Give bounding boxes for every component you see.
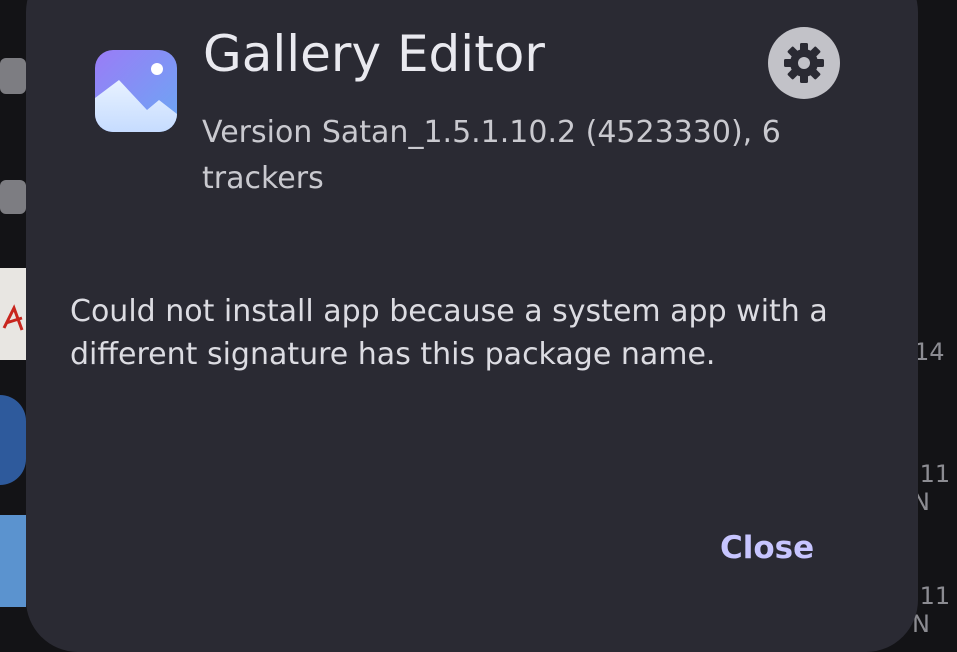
list-item-meta: 14 [914,338,945,366]
close-button[interactable]: Close [704,520,830,576]
gear-icon [784,43,824,83]
settings-button[interactable] [768,27,840,99]
list-item-meta: .11 N [912,582,951,638]
list-item-thumb [0,515,26,607]
list-item-thumb [0,180,26,214]
list-item-thumb [0,58,26,94]
pdf-document-thumb [0,268,26,360]
app-title: Gallery Editor [203,25,545,83]
logo-thumb [0,395,26,485]
version-info: Version Satan_1.5.1.10.2 (4523330), 6 tr… [202,115,781,196]
pdf-icon [2,304,24,331]
gallery-icon [95,50,177,132]
error-message: Could not install app because a system a… [70,294,828,372]
list-item-meta: .11 N [912,460,951,516]
